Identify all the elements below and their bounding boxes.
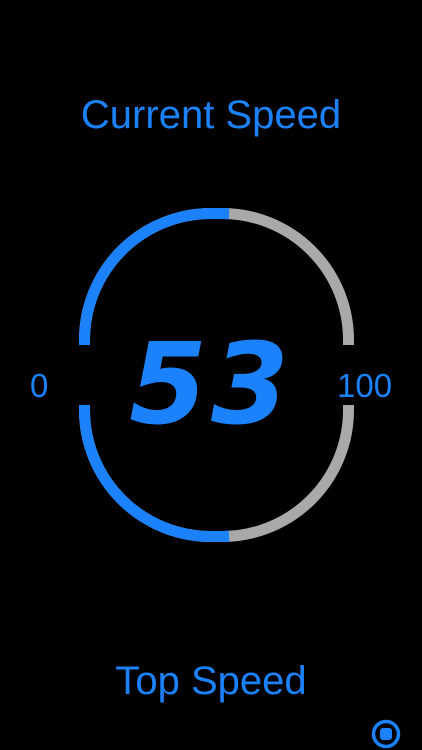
stop-circle-icon xyxy=(371,719,401,749)
top-speed-title: Top Speed xyxy=(115,659,307,703)
current-speed-value: 53 xyxy=(129,320,293,450)
stop-button[interactable] xyxy=(370,718,402,750)
